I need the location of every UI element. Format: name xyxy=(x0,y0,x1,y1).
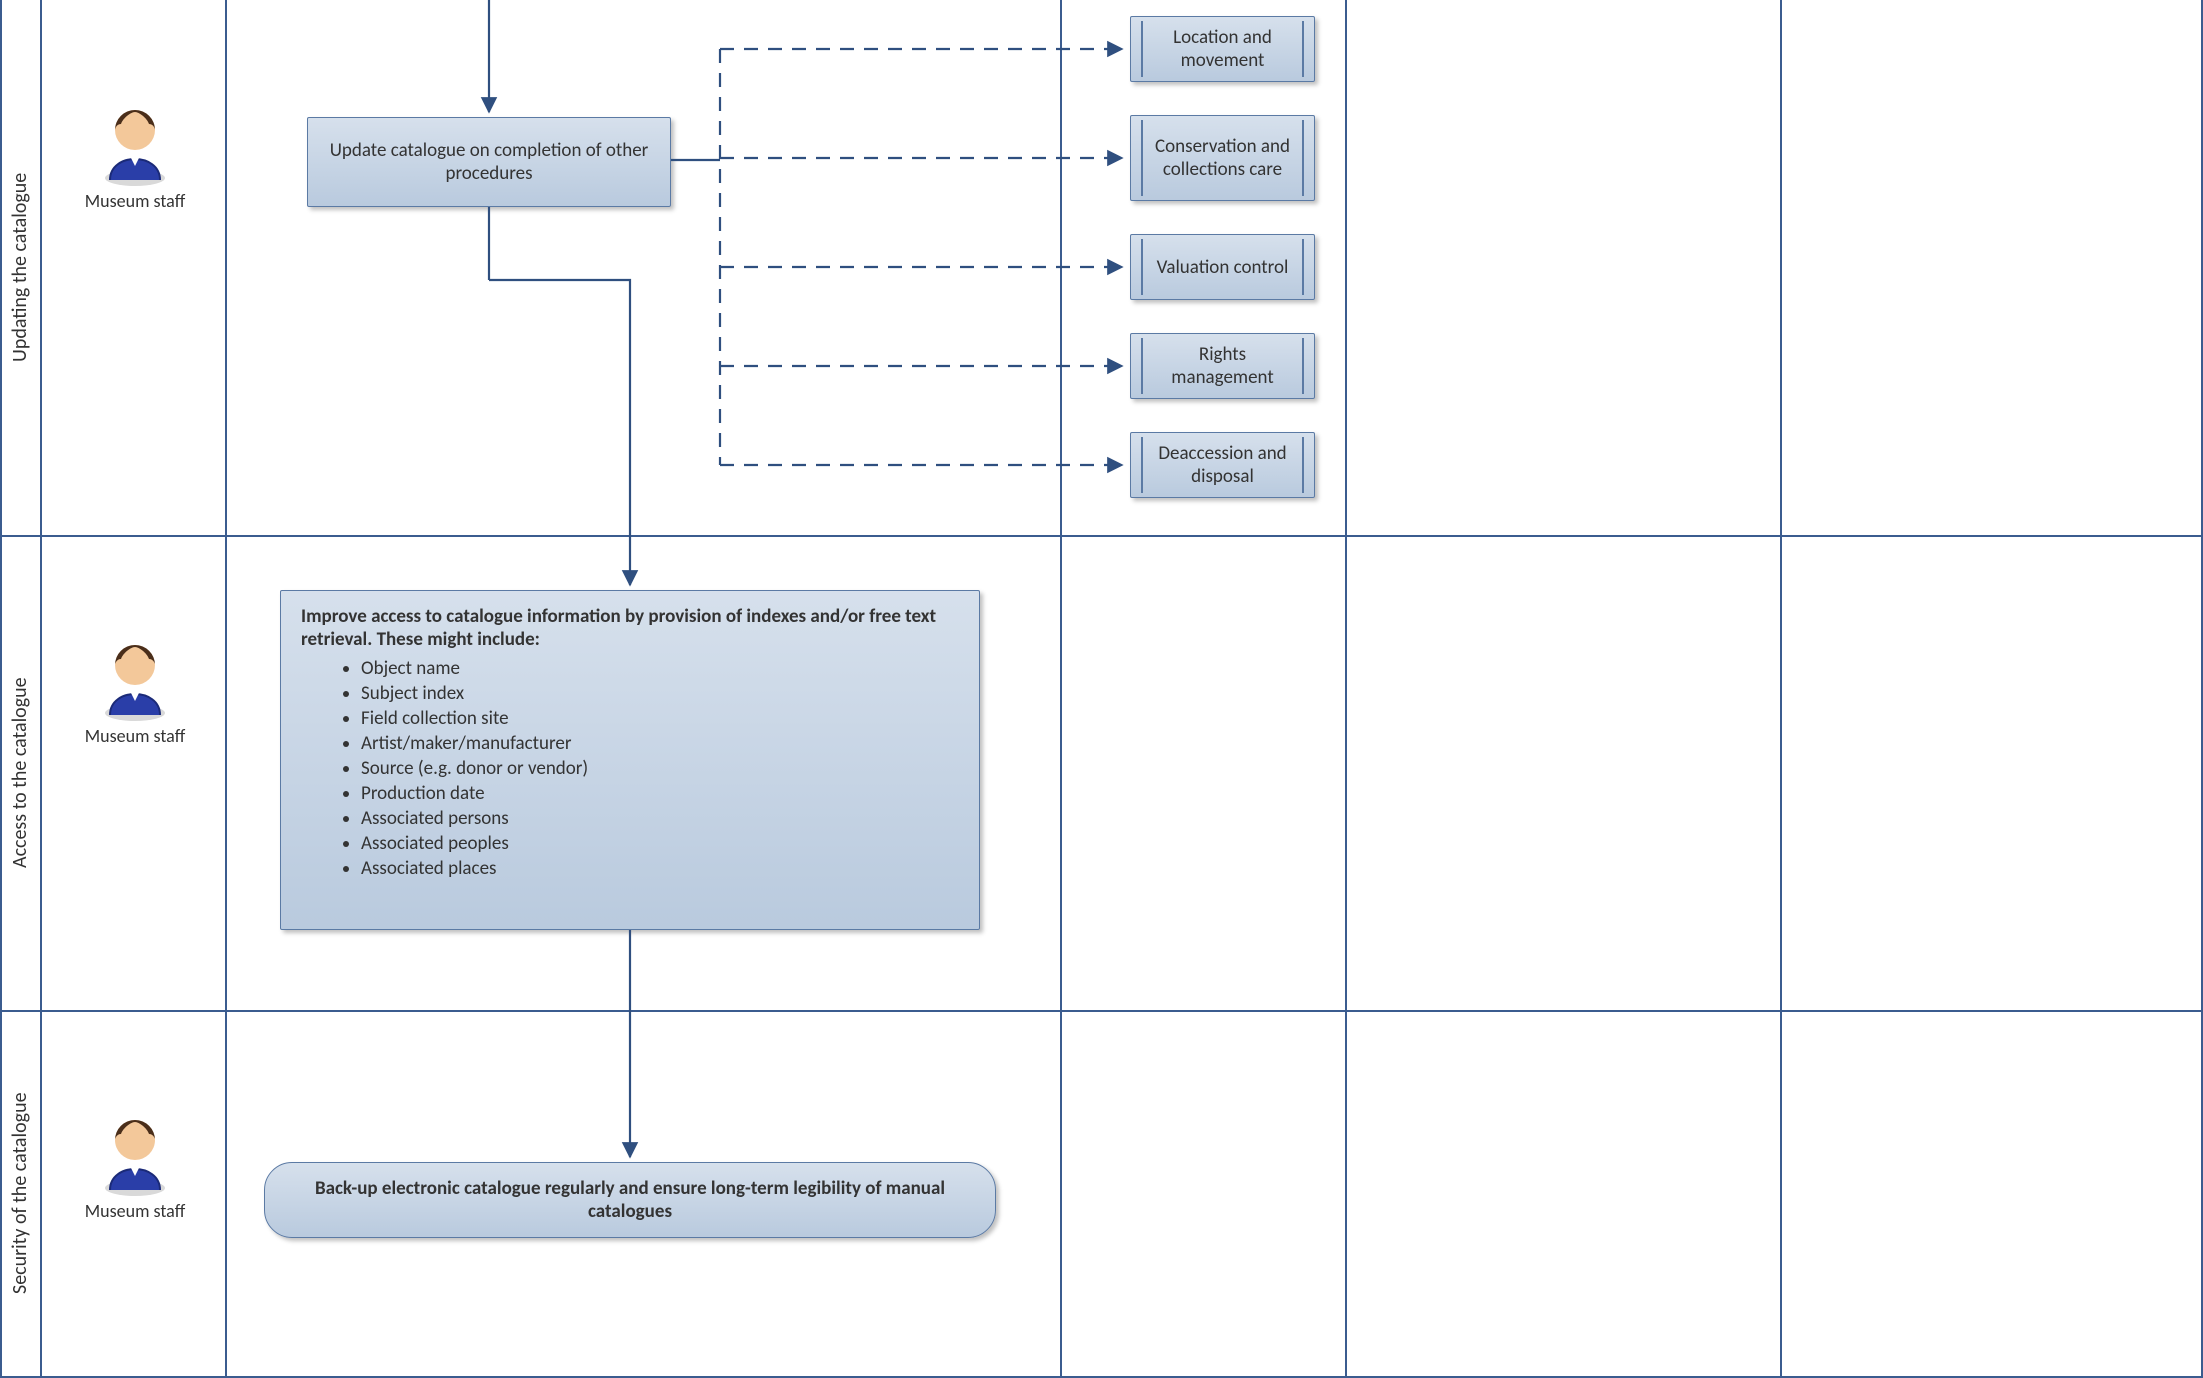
list-item: Artist/maker/manufacturer xyxy=(361,732,959,755)
subprocess-location-movement: Location and movement xyxy=(1130,16,1315,82)
actor-caption: Museum staff xyxy=(75,192,195,212)
process-improve-access: Improve access to catalogue information … xyxy=(280,590,980,930)
person-icon xyxy=(96,1110,174,1198)
actor-museum-staff-lane3: Museum staff xyxy=(75,1110,195,1222)
list-item: Source (e.g. donor or vendor) xyxy=(361,757,959,780)
lane-label-security: Security of the catalogue xyxy=(0,1010,40,1376)
terminator-backup-catalogue: Back-up electronic catalogue regularly a… xyxy=(264,1162,996,1238)
actor-museum-staff-lane1: Museum staff xyxy=(75,100,195,212)
column-divider-2 xyxy=(1060,0,1062,1378)
lane-divider-1-2 xyxy=(0,535,2203,537)
list-item: Object name xyxy=(361,657,959,680)
column-divider-3 xyxy=(1345,0,1347,1378)
column-divider-4 xyxy=(1780,0,1782,1378)
list-item: Subject index xyxy=(361,682,959,705)
lane-label-access: Access to the catalogue xyxy=(0,535,40,1010)
list-item: Field collection site xyxy=(361,707,959,730)
list-item: Associated persons xyxy=(361,807,959,830)
subprocess-deaccession-disposal: Deaccession and disposal xyxy=(1130,432,1315,498)
process-update-catalogue: Update catalogue on completion of other … xyxy=(307,117,671,207)
lane-title-divider xyxy=(40,0,42,1378)
list-item: Production date xyxy=(361,782,959,805)
list-item: Associated places xyxy=(361,857,959,880)
infobox-heading: Improve access to catalogue information … xyxy=(301,605,959,651)
swimlane-diagram: Updating the catalogue Access to the cat… xyxy=(0,0,2203,1378)
person-icon xyxy=(96,635,174,723)
actor-museum-staff-lane2: Museum staff xyxy=(75,635,195,747)
subprocess-conservation-care: Conservation and collections care xyxy=(1130,115,1315,201)
actor-caption: Museum staff xyxy=(75,727,195,747)
actor-caption: Museum staff xyxy=(75,1202,195,1222)
lane-label-updating: Updating the catalogue xyxy=(0,0,40,535)
list-item: Associated peoples xyxy=(361,832,959,855)
subprocess-valuation-control: Valuation control xyxy=(1130,234,1315,300)
lane-divider-2-3 xyxy=(0,1010,2203,1012)
subprocess-rights-management: Rights management xyxy=(1130,333,1315,399)
person-icon xyxy=(96,100,174,188)
infobox-list: Object name Subject index Field collecti… xyxy=(301,657,959,880)
actor-column-divider xyxy=(225,0,227,1378)
